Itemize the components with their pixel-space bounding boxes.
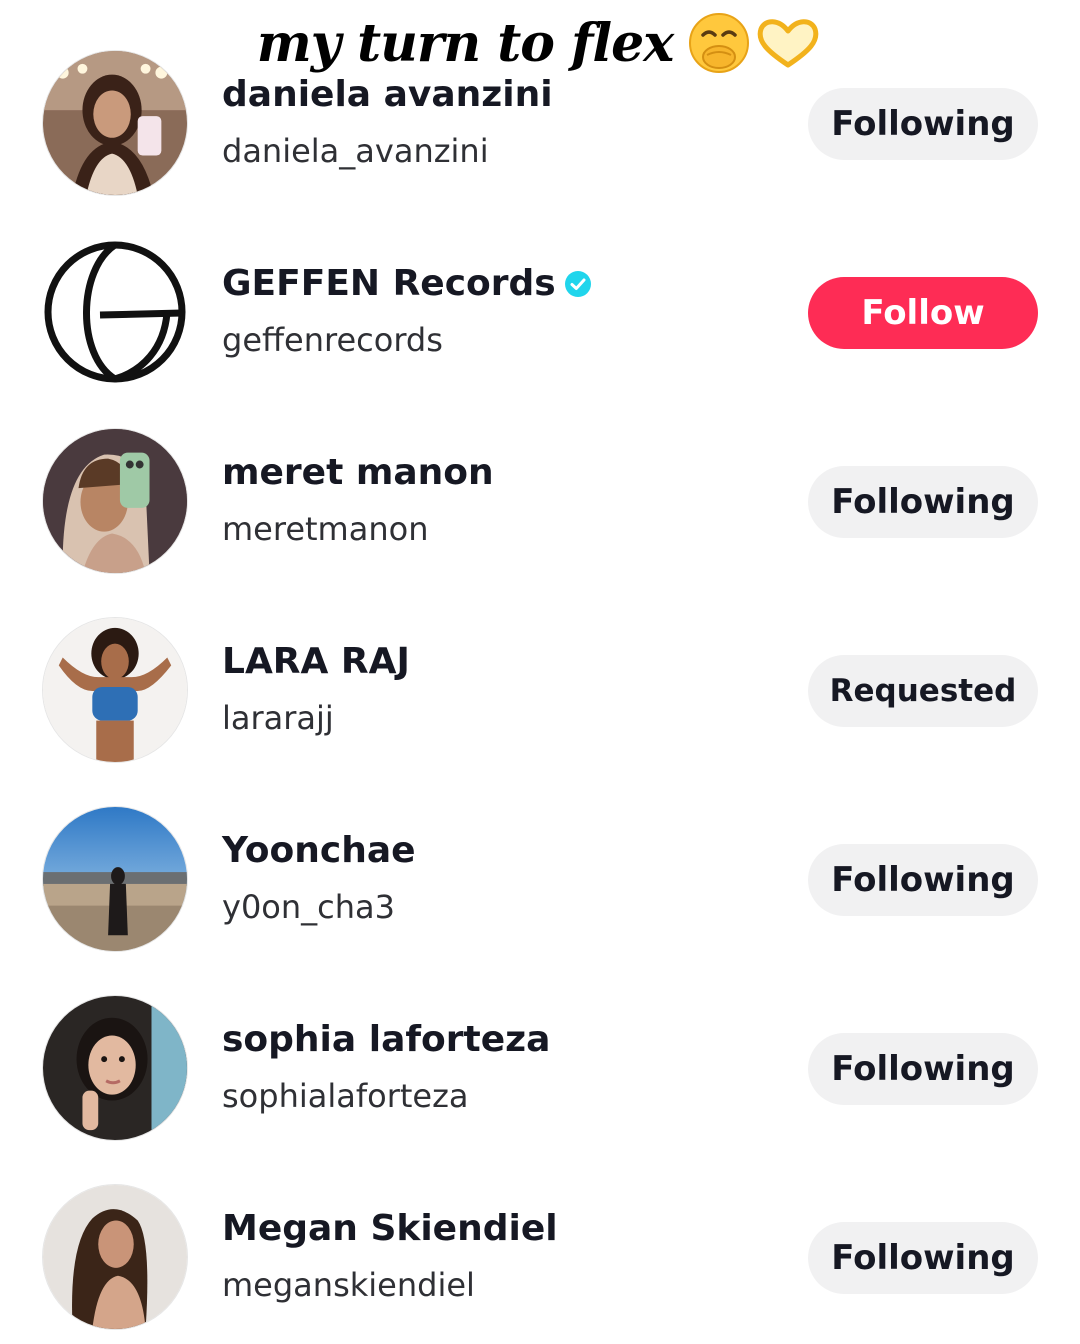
account-name[interactable]: Megan Skiendiel: [222, 1208, 558, 1249]
account-name-text: GEFFEN Records: [222, 263, 556, 304]
account-handle: geffenrecords: [222, 321, 443, 359]
account-handle: y0on_cha3: [222, 888, 395, 926]
avatar[interactable]: [42, 1184, 188, 1330]
avatar[interactable]: [42, 428, 188, 574]
following-button[interactable]: Following: [808, 1222, 1038, 1294]
portrait-photo: [43, 618, 187, 762]
avatar[interactable]: [42, 806, 188, 952]
account-row: LARA RAJ lararajj Requested: [0, 617, 1080, 767]
requested-button[interactable]: Requested: [808, 655, 1038, 727]
account-row: sophia laforteza sophialaforteza Followi…: [0, 995, 1080, 1145]
account-name[interactable]: Yoonchae: [222, 830, 416, 871]
account-row: meret manon meretmanon Following: [0, 428, 1080, 578]
account-name-text: LARA RAJ: [222, 641, 410, 682]
account-name[interactable]: meret manon: [222, 452, 494, 493]
account-handle: daniela_avanzini: [222, 132, 489, 170]
selfie-phone-photo: [43, 429, 187, 573]
avatar[interactable]: [42, 50, 188, 196]
closeup-portrait-photo: [43, 996, 187, 1140]
account-row: Megan Skiendiel meganskiendiel Following: [0, 1184, 1080, 1334]
account-name[interactable]: LARA RAJ: [222, 641, 410, 682]
account-name-text: Yoonchae: [222, 830, 416, 871]
account-handle: lararajj: [222, 699, 334, 737]
avatar[interactable]: [42, 995, 188, 1141]
avatar[interactable]: [42, 617, 188, 763]
account-name[interactable]: daniela avanzini: [222, 74, 553, 115]
account-name[interactable]: sophia laforteza: [222, 1019, 550, 1060]
geffen-g-logo: [42, 239, 188, 385]
following-button[interactable]: Following: [808, 844, 1038, 916]
follow-button[interactable]: Follow: [808, 277, 1038, 349]
account-row: GEFFEN Records geffenrecords Follow: [0, 239, 1080, 389]
beach-landscape-photo: [43, 807, 187, 951]
account-name[interactable]: GEFFEN Records: [222, 263, 592, 304]
selfie-mirror-photo: [43, 51, 187, 195]
account-handle: sophialaforteza: [222, 1077, 469, 1115]
account-name-text: daniela avanzini: [222, 74, 553, 115]
following-button[interactable]: Following: [808, 1033, 1038, 1105]
account-row: Yoonchae y0on_cha3 Following: [0, 806, 1080, 956]
account-name-text: meret manon: [222, 452, 494, 493]
account-name-text: Megan Skiendiel: [222, 1208, 558, 1249]
account-handle: meretmanon: [222, 510, 429, 548]
account-handle: meganskiendiel: [222, 1266, 475, 1304]
following-button[interactable]: Following: [808, 88, 1038, 160]
avatar[interactable]: [42, 239, 188, 385]
account-name-text: sophia laforteza: [222, 1019, 551, 1060]
portrait-photo: [43, 1185, 187, 1329]
verified-badge-icon: [564, 270, 591, 297]
account-row: daniela avanzini daniela_avanzini Follow…: [0, 50, 1080, 200]
following-button[interactable]: Following: [808, 466, 1038, 538]
